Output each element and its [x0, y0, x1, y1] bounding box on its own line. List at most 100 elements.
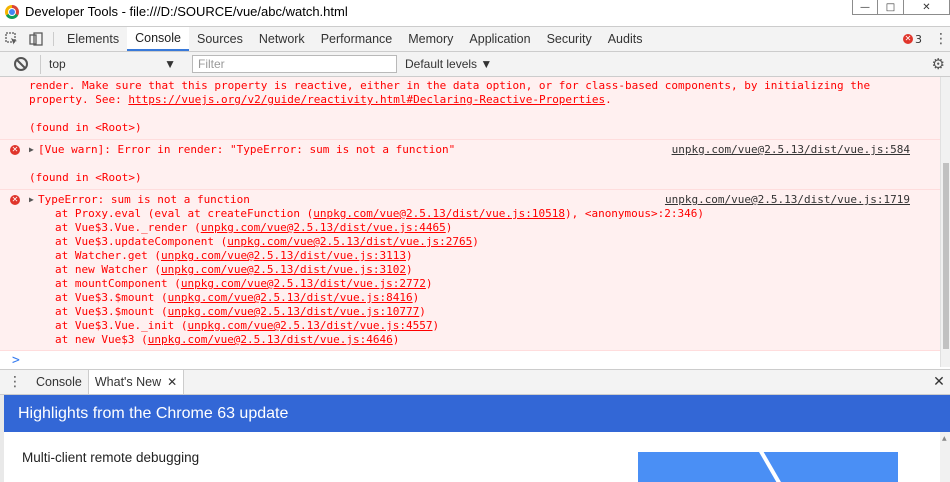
stack-frame: at Proxy.eval (eval at createFunction (u… [0, 207, 940, 221]
stack-frame: at Vue$3.Vue._init (unpkg.com/vue@2.5.13… [0, 319, 940, 333]
close-icon[interactable]: ✕ [167, 375, 177, 389]
source-link[interactable]: unpkg.com/vue@2.5.13/dist/vue.js:584 [672, 143, 910, 157]
stack-frame-tail: ) [445, 221, 453, 234]
tab-application[interactable]: Application [461, 27, 538, 51]
stack-frame: at Vue$3.$mount (unpkg.com/vue@2.5.13/di… [0, 291, 940, 305]
tab-memory[interactable]: Memory [400, 27, 461, 51]
whats-new-content: Multi-client remote debugging [4, 432, 940, 482]
stack-frame-function: at Proxy.eval (eval at createFunction ( [55, 207, 314, 220]
drawer-tab-label: What's New [94, 375, 162, 389]
stack-frame-link[interactable]: unpkg.com/vue@2.5.13/dist/vue.js:2765 [227, 235, 472, 248]
close-window-button[interactable]: ✕ [904, 0, 950, 15]
error-header[interactable]: ✕ ▶ TypeError: sum is not a function unp… [0, 193, 940, 207]
whats-new-scrollbar[interactable]: ▲ [940, 432, 950, 482]
whats-new-banner: Highlights from the Chrome 63 update [4, 395, 950, 432]
stack-frame: at Vue$3.Vue._render (unpkg.com/vue@2.5.… [0, 221, 940, 235]
window-title: Developer Tools - file:///D:/SOURCE/vue/… [25, 4, 348, 19]
log-levels-label: Default levels [405, 57, 478, 71]
stack-frame-tail: ) [406, 249, 413, 262]
drawer-tab-whats-new[interactable]: What's New ✕ [87, 370, 185, 394]
stack-frame-link[interactable]: unpkg.com/vue@2.5.13/dist/vue.js:3113 [161, 249, 406, 262]
stack-frame-function: at Vue$3.Vue._init ( [55, 319, 188, 332]
context-value: top [49, 57, 66, 71]
stack-frame-link[interactable]: unpkg.com/vue@2.5.13/dist/vue.js:4646 [148, 333, 393, 346]
console-message[interactable]: ✕ ▶ [Vue warn]: Error in render: "TypeEr… [0, 140, 940, 190]
reactivity-docs-link[interactable]: https://vuejs.org/v2/guide/reactivity.ht… [128, 93, 605, 106]
context-selector[interactable]: top ▼ [40, 54, 182, 74]
tab-sources[interactable]: Sources [189, 27, 251, 51]
stack-frame-tail: ) [412, 291, 420, 304]
kebab-menu-icon[interactable]: ⋮ [932, 31, 950, 47]
toolbar-divider [53, 32, 54, 46]
tabbar-right: ✕ 3 ⋮ [903, 27, 950, 51]
stack-frame: at new Watcher (unpkg.com/vue@2.5.13/dis… [0, 263, 940, 277]
error-count-badge[interactable]: ✕ 3 [903, 33, 922, 46]
tab-performance[interactable]: Performance [313, 27, 401, 51]
stack-frame-link[interactable]: unpkg.com/vue@2.5.13/dist/vue.js:4465 [201, 221, 446, 234]
close-drawer-icon[interactable]: ✕ [928, 370, 950, 394]
console-message: render. Make sure that this property is … [0, 77, 940, 140]
inspect-icon[interactable] [0, 27, 24, 51]
dropdown-arrow-icon: ▼ [480, 57, 493, 71]
stack-frame: at mountComponent (unpkg.com/vue@2.5.13/… [0, 277, 940, 291]
error-icon: ✕ [903, 34, 913, 44]
stack-frame-tail: ) [472, 235, 479, 248]
expand-triangle-icon[interactable]: ▶ [29, 193, 34, 207]
found-in-text: (found in <Root>) [29, 171, 142, 184]
stack-frame-function: at Vue$3.Vue._render ( [55, 221, 201, 234]
scrollbar-thumb[interactable] [943, 163, 949, 349]
log-levels-dropdown[interactable]: Default levels ▼ [405, 57, 492, 71]
minimize-button[interactable]: — [852, 0, 878, 15]
stack-frame: at new Vue$3 (unpkg.com/vue@2.5.13/dist/… [0, 333, 940, 347]
stack-frame-link[interactable]: unpkg.com/vue@2.5.13/dist/vue.js:8416 [168, 291, 413, 304]
devtools-tabbar: Elements Console Sources Network Perform… [0, 26, 950, 52]
stack-frame: at Watcher.get (unpkg.com/vue@2.5.13/dis… [0, 249, 940, 263]
stack-frame-function: at Vue$3.updateComponent ( [55, 235, 228, 248]
console-toolbar: top ▼ Filter Default levels ▼ ⚙ [0, 52, 950, 77]
filter-input[interactable]: Filter [192, 55, 397, 73]
console-prompt[interactable]: > [0, 351, 940, 367]
drawer-tabbar: ⋮ Console What's New ✕ ✕ [0, 369, 950, 395]
settings-gear-icon[interactable]: ⚙ [932, 55, 945, 73]
device-toggle-icon[interactable] [24, 27, 48, 51]
error-header[interactable]: ✕ ▶ [Vue warn]: Error in render: "TypeEr… [0, 143, 940, 157]
console-output: render. Make sure that this property is … [0, 77, 940, 367]
stack-frame-link[interactable]: unpkg.com/vue@2.5.13/dist/vue.js:4557 [187, 319, 432, 332]
scroll-up-icon[interactable]: ▲ [942, 435, 947, 442]
dropdown-arrow-icon: ▼ [164, 57, 176, 71]
tab-audits[interactable]: Audits [600, 27, 651, 51]
stack-frame-tail: ), <anonymous>:2:346) [564, 207, 705, 220]
stack-frame-function: at new Watcher ( [55, 263, 161, 276]
stack-frame-function: at Vue$3.$mount ( [55, 305, 168, 318]
whats-new-thumbnail [638, 452, 898, 482]
console-message[interactable]: ✕ ▶ TypeError: sum is not a function unp… [0, 190, 940, 351]
clear-console-icon[interactable] [14, 57, 28, 71]
console-scrollbar[interactable] [940, 77, 950, 367]
tab-security[interactable]: Security [539, 27, 600, 51]
maximize-button[interactable]: □ [878, 0, 904, 15]
whats-new-item-title[interactable]: Multi-client remote debugging [22, 450, 199, 465]
tab-console[interactable]: Console [127, 27, 189, 51]
drawer-menu-icon[interactable]: ⋮ [0, 370, 30, 394]
stack-frame-link[interactable]: unpkg.com/vue@2.5.13/dist/vue.js:2772 [181, 277, 426, 290]
stack-frame-function: at Watcher.get ( [55, 249, 161, 262]
warn-text: property. See: [29, 93, 129, 106]
tab-network[interactable]: Network [251, 27, 313, 51]
stack-frame: at Vue$3.$mount (unpkg.com/vue@2.5.13/di… [0, 305, 940, 319]
window-controls: — □ ✕ [852, 0, 950, 16]
window-titlebar: Developer Tools - file:///D:/SOURCE/vue/… [0, 0, 950, 23]
warn-line: property. See: https://vuejs.org/v2/guid… [0, 93, 940, 107]
stack-frame-link[interactable]: unpkg.com/vue@2.5.13/dist/vue.js:10518 [313, 207, 565, 220]
stack-frame-tail: ) [425, 277, 433, 290]
error-icon: ✕ [10, 195, 20, 205]
stack-frame-tail: ) [392, 333, 400, 346]
drawer-tab-console[interactable]: Console [30, 370, 88, 394]
expand-triangle-icon[interactable]: ▶ [29, 143, 34, 157]
stack-frame-tail: ) [432, 319, 440, 332]
tab-elements[interactable]: Elements [59, 27, 127, 51]
source-link[interactable]: unpkg.com/vue@2.5.13/dist/vue.js:1719 [665, 193, 910, 207]
stack-frame-link[interactable]: unpkg.com/vue@2.5.13/dist/vue.js:10777 [168, 305, 420, 318]
error-message: [Vue warn]: Error in render: "TypeError:… [38, 143, 456, 156]
stack-frame-link[interactable]: unpkg.com/vue@2.5.13/dist/vue.js:3102 [161, 263, 406, 276]
chrome-logo [5, 4, 19, 19]
